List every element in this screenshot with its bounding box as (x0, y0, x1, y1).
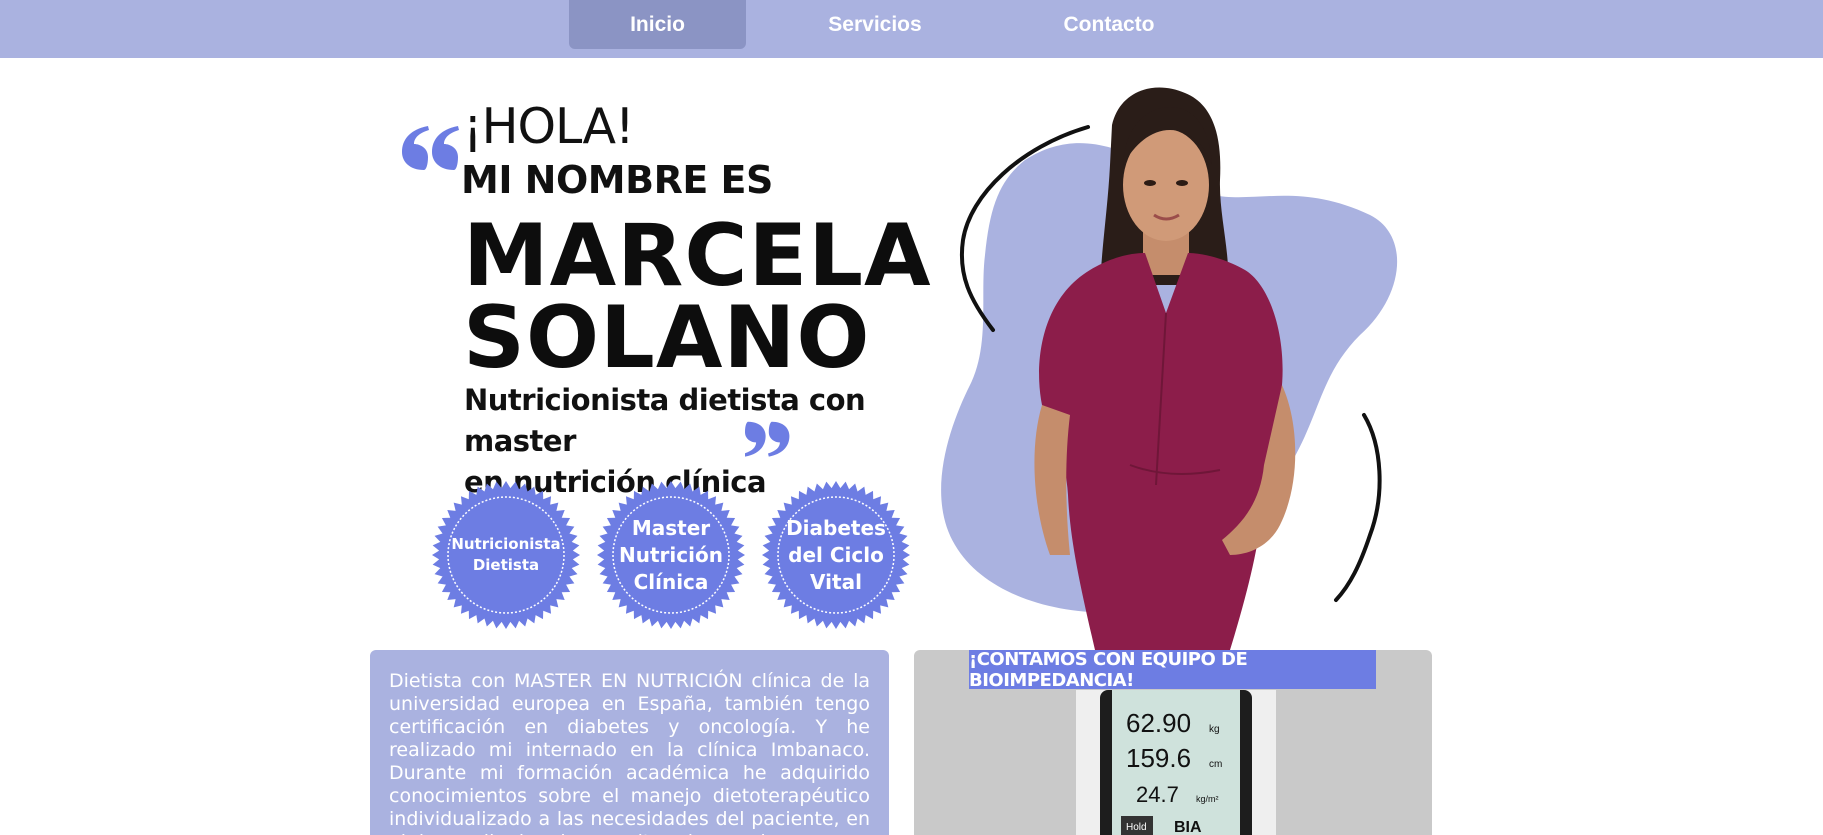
badge-nutricionista: Nutricionista Dietista (431, 480, 581, 630)
nav-item-contacto[interactable]: Contacto (1023, 0, 1195, 49)
badge-diabetes: Diabetes del Ciclo Vital (761, 480, 911, 630)
hero-portrait (941, 87, 1398, 650)
nav-item-servicios[interactable]: Servicios (792, 0, 958, 49)
badge-line: del Ciclo (788, 542, 884, 567)
reading-bmi: 24.7 (1136, 782, 1179, 807)
close-quote-icon (745, 421, 790, 457)
last-name: SOLANO (463, 288, 871, 388)
open-quote-icon (402, 126, 459, 170)
badge-line: Vital (810, 569, 862, 594)
bio-text: Dietista con MASTER EN NUTRICIÓN clínica… (389, 670, 870, 835)
reading-weight: 62.90 (1126, 708, 1191, 738)
full-name: MARCELA SOLANO (463, 206, 932, 388)
badge-line: Nutricionista (451, 535, 561, 553)
top-nav: Inicio Servicios Contacto (0, 0, 1823, 58)
badge-line: Dietista (472, 556, 540, 574)
hold-label: Hold (1126, 822, 1147, 833)
badge-master: Master Nutrición Clínica (596, 480, 746, 630)
first-name: MARCELA (463, 206, 932, 306)
intro-text: MI NOMBRE ES (461, 158, 773, 202)
nav-item-inicio[interactable]: Inicio (569, 0, 746, 49)
badge-line: Master (631, 515, 711, 540)
bioimpedance-card: 62.90 kg 159.6 cm 24.7 kg/m² Hold BIA ¡C… (914, 650, 1432, 835)
reading-height-unit: cm (1209, 759, 1222, 770)
subtitle-line-1: Nutricionista dietista con master (464, 383, 866, 458)
bio-card: Dietista con MASTER EN NUTRICIÓN clínica… (370, 650, 889, 835)
badge-line: Diabetes (786, 515, 886, 540)
badge-line: Clínica (633, 569, 709, 594)
bioimpedance-device: 62.90 kg 159.6 cm 24.7 kg/m² Hold BIA (1076, 690, 1276, 835)
bia-label: BIA (1174, 819, 1202, 835)
reading-weight-unit: kg (1209, 724, 1220, 735)
bioimpedance-banner: ¡CONTAMOS CON EQUIPO DE BIOIMPEDANCIA! (969, 650, 1376, 691)
reading-height: 159.6 (1126, 743, 1191, 773)
badge-line: Nutrición (619, 542, 723, 567)
greeting: ¡HOLA! (463, 98, 635, 155)
curve-right (1334, 413, 1382, 602)
reading-bmi-unit: kg/m² (1196, 794, 1219, 804)
